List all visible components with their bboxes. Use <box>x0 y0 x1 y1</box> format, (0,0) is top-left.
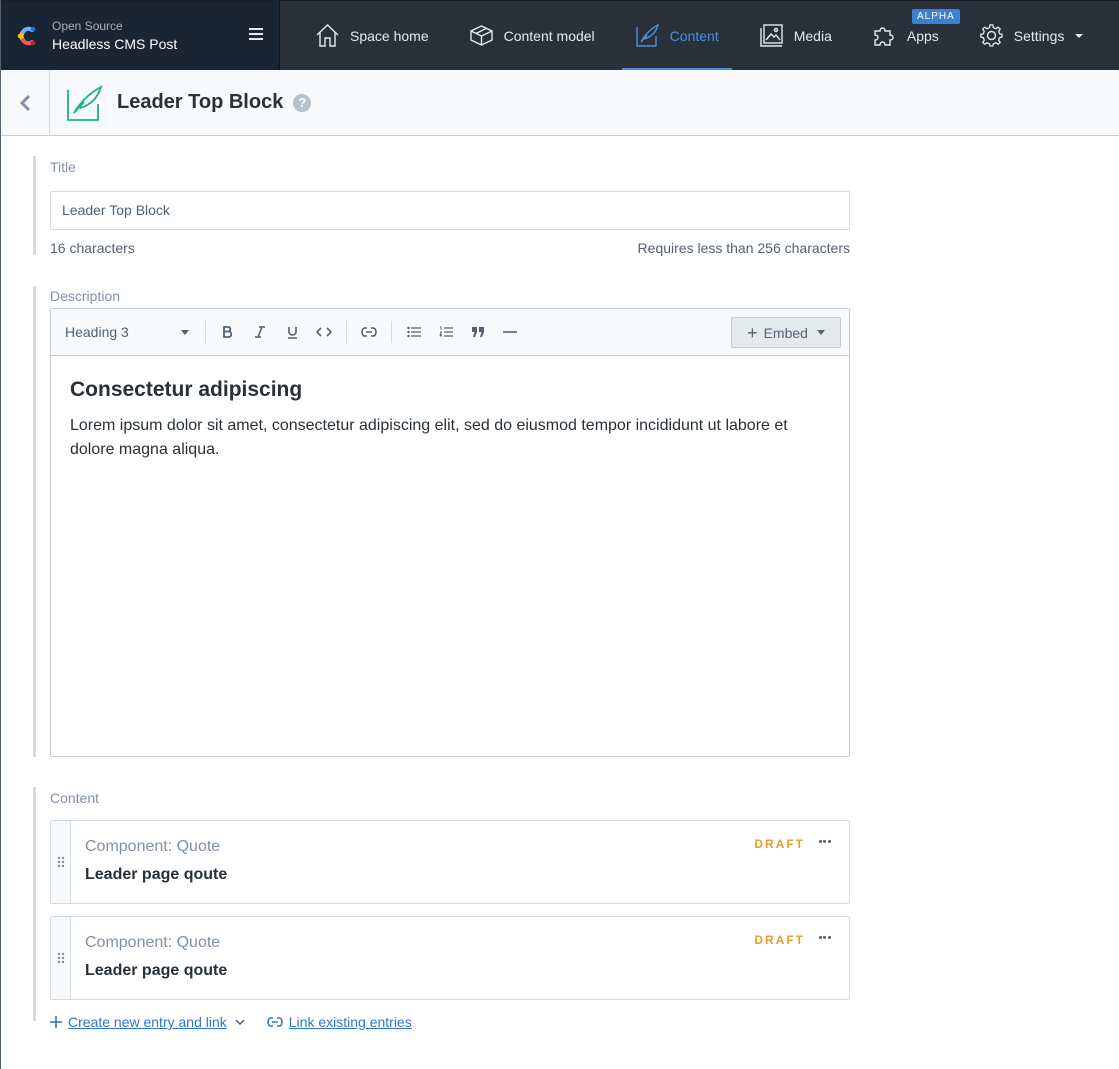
caret-down-icon <box>816 330 825 335</box>
drag-handle-icon[interactable] <box>51 821 71 903</box>
code-icon <box>316 327 332 337</box>
character-limit: Requires less than 256 characters <box>637 240 850 256</box>
main-nav: Space home Content model Content Media A… <box>280 1 1110 71</box>
content-field: Content Component: Quote Leader page qou… <box>33 787 850 1030</box>
embed-button[interactable]: + Embed <box>731 317 841 348</box>
reference-title: Leader page qoute <box>85 866 228 883</box>
nav-space-home[interactable]: Space home <box>302 1 442 70</box>
bold-button[interactable] <box>212 316 244 348</box>
plus-icon <box>50 1016 62 1028</box>
reference-card[interactable]: Component: Quote Leader page qoute DRAFT <box>50 916 850 1000</box>
entry-feather-icon <box>67 84 103 121</box>
rich-text-editor: Heading 3 + Embed Consectetur adipiscing… <box>50 308 850 757</box>
rich-text-paragraph: Lorem ipsum dolor sit amet, consectetur … <box>70 417 788 458</box>
more-actions-icon[interactable] <box>818 840 833 843</box>
heading-select-value: Heading 3 <box>65 324 129 340</box>
description-field: Description Heading 3 + Embed Consectetu… <box>33 286 850 757</box>
description-label: Description <box>50 288 121 304</box>
reference-content-type: Component: Quote <box>85 838 221 855</box>
bold-icon <box>223 326 233 338</box>
space-switcher[interactable]: Open Source Headless CMS Post <box>1 1 280 70</box>
org-name: Open Source <box>52 18 123 33</box>
reference-card[interactable]: Component: Quote Leader page qoute DRAFT <box>50 820 850 904</box>
italic-button[interactable] <box>244 316 276 348</box>
nav-label: Settings <box>1013 27 1065 44</box>
rich-text-heading: Consectetur adipiscing <box>70 378 303 401</box>
rich-text-toolbar: Heading 3 + Embed <box>51 309 849 356</box>
create-entry-label: Create new entry and link <box>68 1014 227 1030</box>
puzzle-icon <box>874 27 894 46</box>
link-actions: Create new entry and link Link existing … <box>50 1014 850 1030</box>
character-count: 16 characters <box>50 240 135 256</box>
toolbar-divider <box>391 321 392 343</box>
drag-handle-icon[interactable] <box>51 917 71 999</box>
link-existing-entries[interactable]: Link existing entries <box>266 1014 412 1030</box>
code-button[interactable] <box>308 316 340 348</box>
entry-title: Leader Top Block <box>117 91 284 113</box>
app-frame: Open Source Headless CMS Post Space home… <box>0 0 1119 1069</box>
nav-label: Content model <box>503 27 595 44</box>
nav-media[interactable]: Media <box>746 1 845 70</box>
numbered-list-button[interactable] <box>430 316 462 348</box>
bulleted-list-button[interactable] <box>398 316 430 348</box>
nav-label: Content <box>669 27 719 44</box>
gear-icon <box>979 24 1003 47</box>
toolbar-divider <box>205 321 206 343</box>
link-existing-label: Link existing entries <box>288 1014 412 1030</box>
chevron-down-icon[interactable] <box>235 1019 245 1025</box>
link-icon <box>361 327 377 337</box>
embed-label: Embed <box>763 324 808 341</box>
contentful-logo-icon <box>17 26 36 45</box>
quote-button[interactable] <box>462 316 494 348</box>
quote-icon <box>472 327 484 337</box>
create-entry-link[interactable]: Create new entry and link <box>50 1014 227 1030</box>
nav-apps[interactable]: Apps ALPHA <box>859 1 960 70</box>
space-name: Headless CMS Post <box>52 35 178 52</box>
caret-down-icon <box>1075 33 1084 38</box>
hyperlink-button[interactable] <box>353 316 385 348</box>
nav-label: Apps <box>906 27 939 44</box>
status-badge: DRAFT <box>754 837 805 851</box>
top-navigation: Open Source Headless CMS Post Space home… <box>1 0 1119 71</box>
title-label: Title <box>50 159 76 175</box>
house-icon <box>316 24 339 47</box>
numbered-list-icon <box>439 326 453 337</box>
horizontal-rule-button[interactable] <box>494 316 526 348</box>
bulleted-list-icon <box>407 326 421 338</box>
nav-label: Media <box>793 27 832 44</box>
cube-icon <box>469 25 493 46</box>
title-field: Title Leader Top Block 16 characters Req… <box>33 156 850 256</box>
menu-icon[interactable] <box>249 28 263 42</box>
underline-icon <box>287 326 297 339</box>
nav-label: Space home <box>350 27 429 44</box>
horizontal-rule-icon <box>503 331 517 333</box>
entry-header: Leader Top Block ? <box>1 70 1119 136</box>
back-button[interactable] <box>1 70 50 135</box>
chevron-left-icon <box>19 94 31 111</box>
nav-content-model[interactable]: Content model <box>456 1 608 70</box>
link-icon <box>266 1017 283 1027</box>
image-icon <box>760 24 783 47</box>
nav-settings[interactable]: Settings <box>966 1 1097 70</box>
underline-button[interactable] <box>276 316 308 348</box>
toolbar-divider <box>346 321 347 343</box>
alpha-badge: ALPHA <box>911 9 960 24</box>
italic-icon <box>255 326 265 338</box>
reference-title: Leader page qoute <box>85 962 228 979</box>
content-label: Content <box>50 790 100 806</box>
reference-content-type: Component: Quote <box>85 934 221 951</box>
heading-select[interactable]: Heading 3 <box>65 324 199 340</box>
rich-text-body[interactable]: Consectetur adipiscing Lorem ipsum dolor… <box>51 356 849 756</box>
nav-content[interactable]: Content <box>621 1 732 71</box>
plus-icon: + <box>747 322 758 343</box>
title-input[interactable]: Leader Top Block <box>50 191 850 230</box>
more-actions-icon[interactable] <box>818 936 833 939</box>
caret-down-icon <box>181 329 189 335</box>
status-badge: DRAFT <box>754 933 805 947</box>
help-icon[interactable]: ? <box>293 93 312 112</box>
feather-icon <box>635 23 659 47</box>
